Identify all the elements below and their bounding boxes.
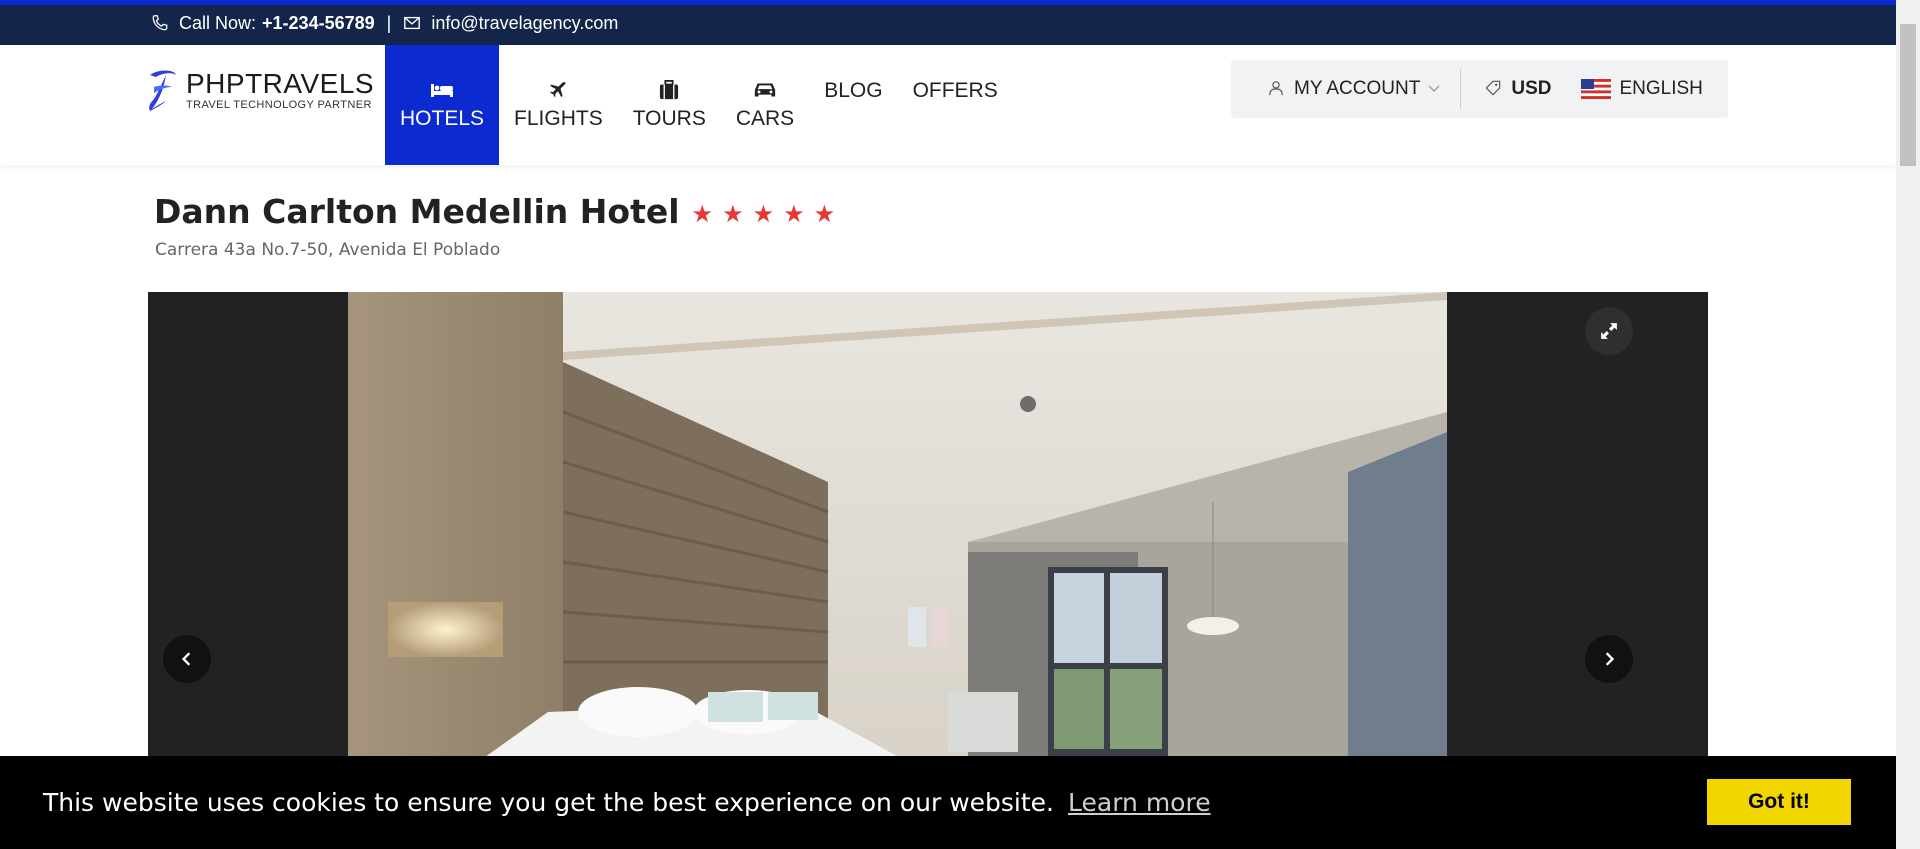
main-nav: HOTELS FLIGHTS TOURS CARS BLOG OFFERS bbox=[385, 45, 1013, 165]
toolbar-divider bbox=[1460, 69, 1462, 109]
tag-icon bbox=[1485, 80, 1503, 98]
bed-icon bbox=[430, 79, 454, 101]
call-now-label: Call Now: bbox=[179, 13, 257, 33]
expand-icon bbox=[1601, 323, 1617, 339]
logo-title: PHPTRAVELS bbox=[186, 67, 375, 99]
nav-hotels-label: HOTELS bbox=[400, 107, 485, 130]
chevron-right-icon bbox=[1605, 652, 1615, 666]
nav-offers-label: OFFERS bbox=[912, 79, 998, 102]
phone-number[interactable]: +1-234-56789 bbox=[262, 13, 375, 34]
my-account-label: MY ACCOUNT bbox=[1294, 78, 1421, 99]
star-icon: ★ bbox=[722, 200, 744, 228]
nav-cars-label: CARS bbox=[735, 107, 795, 130]
learn-more-link[interactable]: Learn more bbox=[1068, 788, 1211, 817]
user-icon bbox=[1268, 80, 1286, 98]
fullscreen-button[interactable] bbox=[1585, 307, 1633, 355]
chevron-down-icon bbox=[1428, 85, 1440, 93]
cookie-accept-button[interactable]: Got it! bbox=[1707, 779, 1851, 825]
hotel-name: Dann Carlton Medellin Hotel bbox=[154, 192, 680, 231]
scrollbar-thumb[interactable] bbox=[1900, 24, 1916, 166]
car-icon bbox=[753, 79, 777, 101]
chevron-left-icon bbox=[181, 652, 191, 666]
nav-hotels[interactable]: HOTELS bbox=[385, 45, 500, 165]
nav-tours[interactable]: TOURS bbox=[618, 45, 721, 165]
envelope-icon bbox=[403, 14, 423, 34]
currency-selector[interactable]: USD bbox=[1485, 78, 1551, 100]
nav-flights-label: FLIGHTS bbox=[514, 107, 603, 130]
logo-subtitle: TRAVEL TECHNOLOGY PARTNER bbox=[186, 98, 372, 111]
nav-offers[interactable]: OFFERS bbox=[898, 45, 1013, 165]
gallery-next-button[interactable] bbox=[1585, 635, 1633, 683]
language-label: ENGLISH bbox=[1619, 78, 1703, 99]
cookie-message: This website uses cookies to ensure you … bbox=[43, 788, 1054, 817]
nav-flights[interactable]: FLIGHTS bbox=[499, 45, 618, 165]
nav-cars[interactable]: CARS bbox=[721, 45, 809, 165]
site-logo[interactable]: PHPTRAVELS TRAVEL TECHNOLOGY PARTNER bbox=[144, 67, 374, 113]
contact-info: Call Now: +1-234-56789 | info@travelagen… bbox=[151, 13, 618, 34]
topbar-separator: | bbox=[386, 13, 392, 33]
email-link[interactable]: info@travelagency.com bbox=[431, 13, 618, 34]
page-scrollbar[interactable] bbox=[1896, 0, 1920, 849]
us-flag-icon bbox=[1581, 79, 1612, 99]
logo-icon bbox=[149, 70, 176, 111]
gallery-prev-button[interactable] bbox=[163, 635, 211, 683]
gallery-photo bbox=[348, 292, 1447, 762]
star-icon: ★ bbox=[813, 200, 836, 228]
image-gallery bbox=[148, 292, 1708, 762]
star-icon: ★ bbox=[691, 200, 714, 228]
phone-icon bbox=[151, 14, 171, 34]
hotel-address: Carrera 43a No.7-50, Avenida El Poblado bbox=[155, 240, 501, 260]
top-contact-bar: Call Now: +1-234-56789 | info@travelagen… bbox=[0, 0, 1896, 45]
star-rating: ★ ★ ★ ★ ★ bbox=[691, 200, 845, 228]
suitcase-icon bbox=[657, 79, 681, 101]
nav-tours-label: TOURS bbox=[632, 107, 706, 130]
my-account-dropdown[interactable]: MY ACCOUNT bbox=[1268, 78, 1440, 100]
nav-blog-label: BLOG bbox=[824, 79, 883, 102]
star-icon: ★ bbox=[783, 200, 805, 228]
plane-icon bbox=[546, 79, 570, 101]
nav-blog[interactable]: BLOG bbox=[809, 45, 897, 165]
currency-label: USD bbox=[1511, 78, 1552, 99]
cookie-banner: This website uses cookies to ensure you … bbox=[0, 756, 1896, 849]
star-icon: ★ bbox=[752, 200, 775, 228]
account-toolbar: MY ACCOUNT USD ENGLISH bbox=[1231, 60, 1728, 118]
language-selector[interactable]: ENGLISH bbox=[1581, 78, 1703, 100]
main-header: PHPTRAVELS TRAVEL TECHNOLOGY PARTNER HOT… bbox=[0, 45, 1896, 165]
hotel-title-row: Dann Carlton Medellin Hotel ★ ★ ★ ★ ★ bbox=[154, 192, 844, 231]
